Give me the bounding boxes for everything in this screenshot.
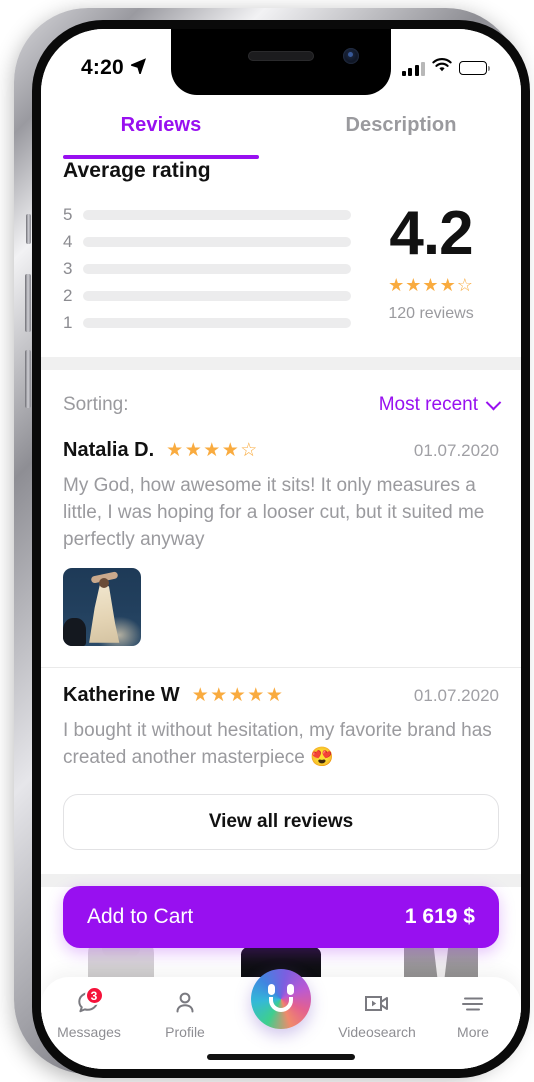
review-date: 01.07.2020: [413, 440, 499, 460]
reviews-count: 120 reviews: [388, 305, 474, 322]
view-all-reviews-button[interactable]: View all reviews: [63, 794, 499, 850]
front-camera: [343, 48, 359, 64]
add-to-cart-button[interactable]: Add to Cart 1 619 $: [63, 886, 499, 948]
review-author-block: Natalia D. ★★★★☆: [63, 439, 259, 462]
volume-down-button[interactable]: [25, 350, 31, 408]
review-text: I bought it without hesitation, my favor…: [63, 720, 492, 768]
rating-bar-label: 1: [63, 312, 73, 332]
person-icon: [172, 989, 198, 1017]
rating-distribution: 5 4 3 2 1: [63, 201, 363, 336]
review-stars-icon: ★★★★★: [191, 685, 285, 706]
rating-bar-track: [83, 236, 351, 247]
rating-bar-row: 4: [63, 228, 351, 255]
review-item: Katherine W ★★★★★ 01.07.2020 I bought it…: [41, 684, 521, 772]
rating-bar-row: 1: [63, 309, 351, 336]
nav-label-more: More: [457, 1024, 489, 1040]
review-header: Natalia D. ★★★★☆ 01.07.2020: [63, 439, 499, 462]
tab-description-label: Description: [345, 113, 457, 136]
review-author-block: Katherine W ★★★★★: [63, 684, 284, 707]
section-divider: [41, 357, 521, 370]
review-photo-thumbnail[interactable]: [63, 567, 141, 646]
rating-bar-label: 3: [63, 258, 73, 278]
score-summary: 4.2 ★★★★☆ 120 reviews: [363, 201, 499, 336]
rating-bar-track: [83, 290, 351, 301]
smiley-face-icon[interactable]: [251, 969, 311, 1029]
battery-icon: [459, 61, 491, 75]
rating-bar-row: 5: [63, 201, 351, 228]
nav-item-more[interactable]: More: [429, 989, 517, 1040]
smiley-eye-left: [268, 984, 275, 995]
tab-reviews[interactable]: Reviews: [41, 91, 281, 159]
rating-title: Average rating: [63, 159, 211, 182]
messages-badge: 3: [84, 986, 104, 1005]
smiley-eye-right: [287, 984, 294, 995]
nav-label-profile: Profile: [165, 1024, 205, 1040]
review-date: 01.07.2020: [413, 685, 499, 705]
review-author: Katherine W: [63, 684, 180, 706]
nav-label-messages: Messages: [57, 1024, 121, 1040]
rating-bar-track: [83, 263, 351, 274]
rating-bar-row: 2: [63, 282, 351, 309]
sorting-value-label: Most recent: [378, 394, 478, 415]
status-time: 4:20: [81, 56, 124, 79]
review-author: Natalia D.: [63, 439, 155, 461]
cellular-signal-icon: [401, 61, 425, 76]
average-stars-icon: ★★★★☆: [388, 275, 474, 295]
add-to-cart-label: Add to Cart: [87, 905, 194, 928]
view-all-reviews-label: View all reviews: [208, 811, 354, 832]
sorting-label: Sorting:: [63, 394, 129, 415]
average-score: 4.2: [389, 199, 473, 268]
phone-frame: Reviews Description Average rating 5 4 3…: [14, 8, 530, 1078]
status-indicators: [401, 58, 491, 78]
fab-wrapper: [237, 969, 325, 1029]
location-arrow-icon: [130, 56, 147, 80]
nav-item-messages[interactable]: 3 Messages: [45, 986, 133, 1040]
notch: [171, 29, 391, 95]
tab-bar: Reviews Description: [41, 91, 521, 159]
chevron-down-icon: [485, 394, 502, 410]
app-content: Reviews Description Average rating 5 4 3…: [41, 29, 521, 1069]
rating-bar-label: 2: [63, 285, 73, 305]
video-camera-icon: [363, 989, 391, 1017]
nav-label-videosearch: Videosearch: [338, 1024, 416, 1040]
menu-lines-icon: [460, 989, 486, 1017]
home-indicator[interactable]: [207, 1054, 355, 1060]
cart-price: 1 619 $: [404, 905, 475, 928]
chat-bubble-icon: 3: [76, 986, 104, 1017]
mute-switch[interactable]: [26, 214, 31, 244]
review-header: Katherine W ★★★★★ 01.07.2020: [63, 684, 499, 707]
rating-body: 5 4 3 2 1 4.2 ★★★★☆ 120 reviews: [63, 201, 499, 336]
volume-up-button[interactable]: [25, 274, 31, 332]
tab-description[interactable]: Description: [281, 91, 521, 159]
smiley-glyph: [264, 984, 298, 1014]
review-text: My God, how awesome it sits! It only mea…: [63, 475, 485, 550]
review-stars-icon: ★★★★☆: [166, 440, 259, 461]
phone-screen: Reviews Description Average rating 5 4 3…: [41, 29, 521, 1069]
sorting-dropdown[interactable]: Most recent: [378, 394, 502, 416]
screenshot-stage: Reviews Description Average rating 5 4 3…: [0, 0, 534, 1082]
earpiece-speaker: [248, 51, 314, 61]
average-rating-panel: Average rating 5 4 3 2 1 4.2 ★★★★☆ 120 r…: [41, 159, 521, 336]
rating-bar-label: 4: [63, 231, 73, 251]
rating-bar-row: 3: [63, 255, 351, 282]
sorting-row: Sorting: Most recent: [41, 394, 521, 416]
review-separator: [41, 667, 521, 668]
rating-bar-track: [83, 317, 351, 328]
photo-vase-shape: [63, 617, 87, 646]
smiley-mouth: [269, 997, 293, 1012]
nav-item-videosearch[interactable]: Videosearch: [333, 989, 421, 1040]
rating-bar-label: 5: [63, 204, 73, 224]
nav-item-profile[interactable]: Profile: [141, 989, 229, 1040]
wifi-icon: [432, 58, 452, 78]
tab-reviews-label: Reviews: [120, 113, 202, 136]
review-item: Natalia D. ★★★★☆ 01.07.2020 My God, how …: [41, 439, 521, 646]
status-time-block: 4:20: [81, 56, 147, 80]
rating-bar-track: [83, 209, 351, 220]
